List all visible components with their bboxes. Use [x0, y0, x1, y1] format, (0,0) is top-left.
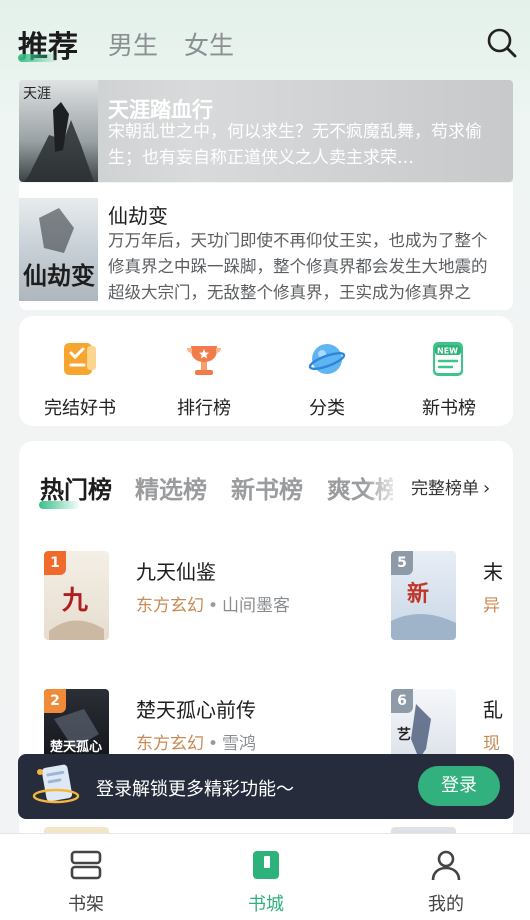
rank-badge: 6 — [391, 689, 413, 713]
svg-text:艺: 艺 — [397, 726, 411, 743]
svg-text:九: 九 — [61, 586, 88, 616]
bottom-nav: 书架 书城 我的 — [0, 833, 530, 920]
login-prompt: 登录解锁更多精彩功能～ — [96, 779, 294, 800]
book-cover: 新 5 — [391, 551, 456, 640]
tab-female[interactable]: 女生 — [184, 26, 234, 62]
category-completed[interactable]: 完结好书 — [25, 340, 135, 420]
featured-description: 万万年后，天功门即使不再仰仗王实，也成为了整个修真界之中跺一跺脚，整个修真界都会… — [108, 231, 488, 302]
svg-text:天涯: 天涯 — [23, 86, 51, 102]
bookshelf-icon — [70, 850, 102, 880]
search-icon[interactable] — [486, 27, 518, 59]
book-genre: 异 — [483, 596, 500, 616]
book-genre: 东方玄幻 — [136, 596, 204, 616]
top-bar: 推荐 男生 女生 — [0, 0, 530, 80]
category-label: 新书榜 — [422, 398, 476, 419]
book-title: 末 — [483, 560, 503, 584]
book-cover: 九 1 — [44, 551, 109, 640]
category-label: 排行榜 — [177, 398, 231, 419]
rank-tab-selected[interactable]: 精选榜 — [135, 470, 207, 505]
full-list-link[interactable]: 完整榜单 › — [411, 474, 490, 499]
book-check-icon — [64, 343, 96, 375]
book-meta: 现 — [483, 729, 500, 754]
book-author: 山间墨客 — [222, 596, 291, 616]
category-ranking[interactable]: 排行榜 — [149, 340, 259, 420]
featured-book-2[interactable]: 仙劫变 仙劫变 万万年后，天功门即使不再仰仗王实，也成为了整个修真界之中跺一跺脚… — [19, 183, 513, 310]
tab-fade — [364, 461, 404, 511]
book-author: 雪鸿 — [222, 734, 257, 754]
tab-male[interactable]: 男生 — [108, 26, 158, 62]
nav-bookstore[interactable]: 书城 — [221, 848, 311, 916]
profile-icon — [431, 850, 461, 881]
nav-label: 我的 — [428, 894, 464, 915]
login-banner: 登录解锁更多精彩功能～ 登录 — [18, 754, 514, 819]
book-genre: 东方玄幻 — [136, 734, 204, 754]
book-cover: 天涯 — [19, 80, 98, 182]
planet-icon — [308, 344, 346, 374]
nav-bookshelf[interactable]: 书架 — [41, 848, 131, 916]
featured-title: 仙劫变 — [108, 204, 168, 228]
featured-description: 宋朝乱世之中，何以求生？无不疯魔乱舞，苟求偷生；也有妄自称正道侠义之人卖主求荣… — [108, 122, 482, 168]
chevron-right-icon: › — [483, 478, 491, 499]
unlock-illustration-icon — [32, 764, 80, 804]
nav-label: 书城 — [248, 894, 284, 915]
svg-text:NEW: NEW — [437, 347, 458, 356]
book-meta: 东方玄幻 • 山间墨客 — [136, 596, 291, 616]
rank-badge: 5 — [391, 551, 413, 575]
book-cover: 仙劫变 — [19, 198, 98, 301]
book-title: 九天仙鉴 — [136, 560, 216, 584]
book-meta: 东方玄幻 • 雪鸿 — [136, 734, 257, 754]
book-meta: 异 — [483, 591, 500, 616]
trophy-icon — [187, 346, 221, 375]
category-classify[interactable]: 分类 — [272, 340, 382, 420]
tab-indicator — [18, 54, 56, 62]
nav-label: 书架 — [68, 894, 104, 915]
login-button[interactable]: 登录 — [418, 766, 500, 806]
category-label: 分类 — [309, 398, 345, 419]
svg-text:楚天孤心: 楚天孤心 — [50, 739, 102, 755]
book-title: 乱 — [483, 698, 503, 722]
category-new-books[interactable]: NEW 新书榜 — [394, 340, 504, 420]
rank-tab-hot[interactable]: 热门榜 — [40, 470, 112, 505]
category-shortcuts: 完结好书 排行榜 分类 NEW 新书榜 — [19, 316, 513, 426]
nav-profile[interactable]: 我的 — [401, 848, 491, 916]
rank-badge: 1 — [44, 551, 66, 575]
bookstore-icon — [253, 851, 279, 879]
full-list-label: 完整榜单 — [411, 479, 479, 499]
new-book-icon: NEW — [433, 342, 463, 376]
rank-badge: 2 — [44, 689, 66, 713]
category-label: 完结好书 — [44, 398, 116, 419]
svg-text:新: 新 — [407, 581, 429, 607]
rank-tab-new[interactable]: 新书榜 — [231, 470, 303, 505]
rank-tab-indicator — [39, 501, 79, 509]
svg-text:仙劫变: 仙劫变 — [23, 261, 95, 290]
book-title: 楚天孤心前传 — [136, 698, 256, 722]
book-genre: 现 — [483, 734, 500, 754]
featured-book-1[interactable]: 天涯 天涯踏血行 宋朝乱世之中，何以求生？无不疯魔乱舞，苟求偷生；也有妄自称正道… — [19, 80, 513, 182]
